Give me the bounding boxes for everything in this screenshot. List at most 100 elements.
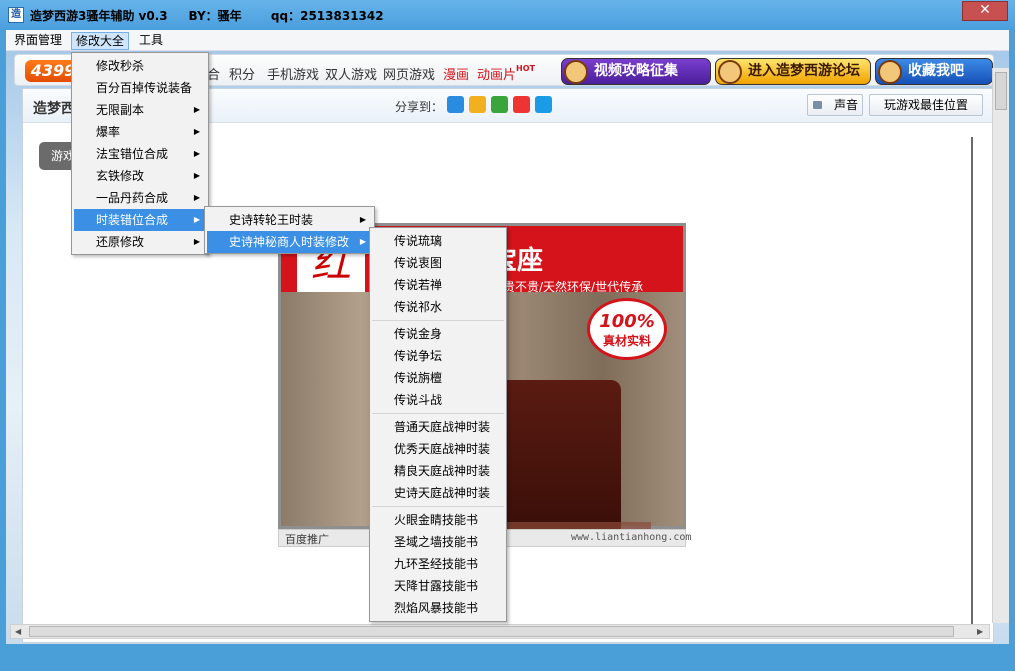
vertical-scroll-thumb[interactable] [995,72,1007,110]
hot-badge: HOT [516,64,535,73]
submenu-arrow-icon: ▶ [193,127,200,136]
menu-item-skillbook-2[interactable]: 圣域之墙技能书 [372,531,504,553]
seal-text: 真材实料 [602,334,651,348]
menu-item-skillbook-1[interactable]: 火眼金睛技能书 [372,509,504,531]
menu-item-label: 时装错位合成 [96,213,169,227]
submenu-arrow-icon: ▶ [359,237,366,246]
nav-link-animation[interactable]: 动画片HOT [477,64,535,83]
menu-item-label: 法宝错位合成 [96,147,169,161]
nav-link-animation-label: 动画片 [477,68,517,83]
nav-link-points[interactable]: 积分 [229,64,255,83]
menu-separator [372,320,504,321]
menu-item-war-god-excellent[interactable]: 优秀天庭战神时装 [372,438,504,460]
menu-item-epic-wheel-king[interactable]: 史诗转轮王时装 ▶ [207,209,372,231]
nav-link-mobile-games[interactable]: 手机游戏 [267,64,319,83]
horizontal-scrollbar[interactable]: ◀ ▶ [10,624,990,639]
close-button[interactable]: ✕ [962,1,1008,21]
weibo-icon[interactable] [513,96,530,113]
qzone-icon[interactable] [447,96,464,113]
video-guide-label: 视频攻略征集 [594,63,678,79]
menu-item-legend-5[interactable]: 传说金身 [372,323,504,345]
sound-label: 声音 [833,98,858,112]
submenu-arrow-icon: ▶ [193,149,200,158]
menu-item-iron-modify[interactable]: 玄铁修改 ▶ [74,165,206,187]
scroll-right-icon[interactable]: ▶ [977,627,983,636]
menu-item-label: 一品丹药合成 [96,191,169,205]
share-label: 分享到： [395,100,444,114]
nav-link-comics[interactable]: 漫画 [443,64,469,83]
menu-item-drop-rate[interactable]: 爆率 ▶ [74,121,206,143]
monkey-face-icon [564,60,588,84]
menu-item-label: 爆率 [96,125,121,139]
menu-item-legend-2[interactable]: 传说衷图 [372,252,504,274]
forum-label: 进入造梦西游论坛 [748,63,860,79]
fashion-merge-submenu: 史诗转轮王时装 ▶ 史诗神秘商人时装修改 ▶ [204,206,375,254]
scroll-left-icon[interactable]: ◀ [15,627,21,636]
title-bar: 造 造梦西游3骚年辅助 v0.3 BY：骚年 qq：2513831342 ✕ [0,0,1015,30]
menu-separator [372,506,504,507]
merchant-fashion-submenu: 传说琉璃 传说衷图 传说若禅 传说祁水 传说金身 传说争坛 传说旃檀 传说斗战 … [369,227,507,622]
qq-icon[interactable] [535,96,552,113]
menu-item-legend-7[interactable]: 传说旃檀 [372,367,504,389]
menu-modify-all[interactable]: 修改大全 [71,32,130,50]
submenu-arrow-icon: ▶ [193,237,200,246]
horizontal-scroll-thumb[interactable] [29,626,954,637]
menu-item-legend-4[interactable]: 传说祁水 [372,296,504,318]
menu-item-legend-8[interactable]: 传说斗战 [372,389,504,411]
menu-item-war-god-normal[interactable]: 普通天庭战神时装 [372,416,504,438]
menu-item-label: 无限副本 [96,103,145,117]
monkey-face-icon [878,60,902,84]
menu-item-label: 修改秒杀 [96,59,145,73]
menu-item-label: 史诗神秘商人时装修改 [229,235,350,249]
menu-item-elixir-merge[interactable]: 一品丹药合成 ▶ [74,187,206,209]
menu-separator [372,413,504,414]
submenu-arrow-icon: ▶ [193,105,200,114]
menu-item-epic-merchant[interactable]: 史诗神秘商人时装修改 ▶ [207,231,372,253]
star-icon[interactable] [469,96,486,113]
window-title: 造梦西游3骚年辅助 v0.3 BY：骚年 qq：2513831342 [30,9,384,23]
menu-item-legend-1[interactable]: 传说琉璃 [372,230,504,252]
menu-bar: 界面管理 修改大全 工具 [6,30,1009,51]
menu-tools[interactable]: 工具 [135,32,167,50]
ad-url[interactable]: www.liantianhong.com [571,532,691,543]
modify-all-menu: 修改秒杀 百分百掉传说装备 无限副本 ▶ 爆率 ▶ 法宝错位合成 ▶ 玄铁修改 ▶ 一品… [71,52,209,255]
submenu-arrow-icon: ▶ [193,171,200,180]
menu-item-legend-6[interactable]: 传说争坛 [372,345,504,367]
nav-link-two-player[interactable]: 双人游戏 [325,64,377,83]
menu-interface-manage[interactable]: 界面管理 [10,32,66,50]
app-icon: 造 [8,7,24,23]
menu-item-war-god-epic[interactable]: 史诗天庭战神时装 [372,482,504,504]
vertical-scrollbar[interactable] [992,68,1009,623]
menu-item-fashion-merge[interactable]: 时装错位合成 ▶ [74,209,206,231]
menu-item-label: 玄铁修改 [96,169,145,183]
menu-item-label: 百分百掉传说装备 [96,81,193,95]
menu-item-restore[interactable]: 还原修改 ▶ [74,231,206,253]
menu-item-infinite-dungeon[interactable]: 无限副本 ▶ [74,99,206,121]
menu-item-war-god-fine[interactable]: 精良天庭战神时装 [372,460,504,482]
speaker-icon [813,101,822,109]
menu-item-treasure-merge[interactable]: 法宝错位合成 ▶ [74,143,206,165]
best-position-button[interactable]: 玩游戏最佳位置 [869,94,983,116]
submenu-arrow-icon: ▶ [359,215,366,224]
menu-item-skillbook-3[interactable]: 九环圣经技能书 [372,553,504,575]
monkey-face-icon [718,60,742,84]
seal-percent: 100% [599,311,655,332]
nav-link-web-games[interactable]: 网页游戏 [383,64,435,83]
menu-item-instant-kill[interactable]: 修改秒杀 [74,55,206,77]
menu-item-legend-drop[interactable]: 百分百掉传说装备 [74,77,206,99]
menu-item-label: 史诗转轮王时装 [229,213,314,227]
menu-item-legend-3[interactable]: 传说若禅 [372,274,504,296]
clover-icon[interactable] [491,96,508,113]
bookmark-label: 收藏我吧 [908,63,964,79]
panel-title: 造梦西 [33,101,75,117]
ad-seal: 100% 真材实料 [587,298,667,360]
submenu-arrow-icon: ▶ [193,215,200,224]
menu-item-skillbook-4[interactable]: 天降甘露技能书 [372,575,504,597]
video-guide-banner[interactable]: 视频攻略征集 [561,58,711,85]
menu-item-label: 还原修改 [96,235,145,249]
sound-button[interactable]: 声音 [807,94,863,116]
baidu-promo-label[interactable]: 百度推广 [285,531,329,547]
menu-item-skillbook-5[interactable]: 烈焰风暴技能书 [372,597,504,619]
bookmark-banner[interactable]: 收藏我吧 [875,58,993,85]
forum-banner[interactable]: 进入造梦西游论坛 [715,58,871,85]
